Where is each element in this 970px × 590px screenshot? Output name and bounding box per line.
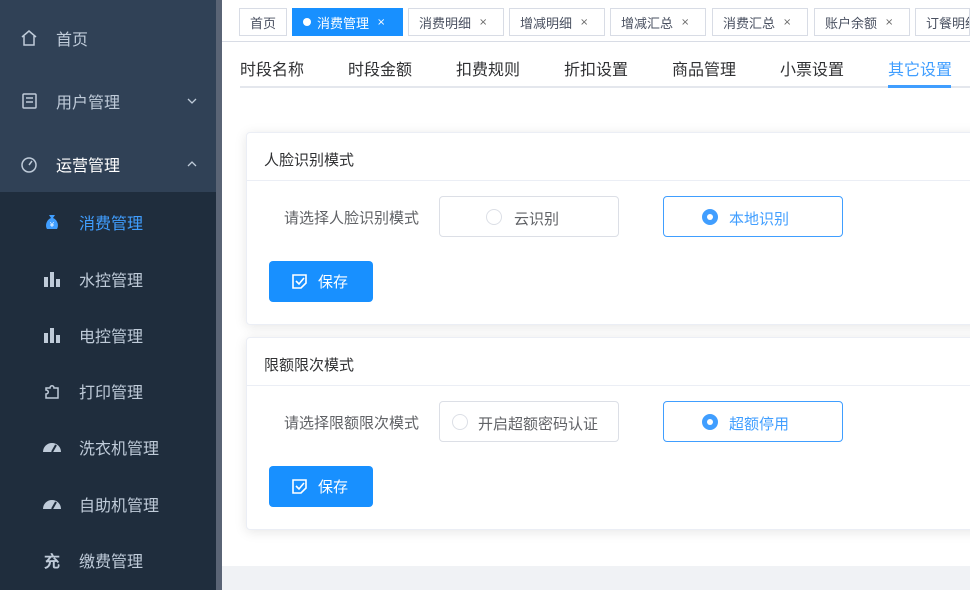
close-icon[interactable]: × [479, 17, 487, 28]
save-icon [291, 478, 308, 495]
submenu-item-print[interactable]: 打印管理 [0, 363, 216, 419]
bar-chart-icon [42, 325, 62, 345]
close-icon[interactable]: × [885, 17, 893, 28]
tag-consumption[interactable]: 消费管理 × [292, 8, 403, 36]
card-header: 限额限次模式 [247, 338, 970, 386]
submenu-item-payment[interactable]: 充 缴费管理 [0, 532, 216, 588]
tag-label: 增减明细 [520, 16, 573, 32]
money-bag-icon: ¥ [42, 212, 62, 232]
radio-circle-icon [702, 414, 718, 430]
submenu-item-label: 缴费管理 [79, 552, 144, 571]
tab-discount-settings[interactable]: 折扣设置 [564, 56, 628, 80]
menu-item-label: 用户管理 [56, 93, 121, 112]
radio-label: 开启超额密码认证 [478, 415, 599, 433]
tab-other-settings[interactable]: 其它设置 [888, 56, 952, 80]
submenu-item-label: 电控管理 [79, 327, 144, 346]
submenu-item-label: 打印管理 [79, 383, 144, 402]
radio-circle-icon [702, 209, 718, 225]
tag-meal-order-detail[interactable]: 订餐明细 [915, 8, 970, 36]
submenu-item-washer[interactable]: 洗衣机管理 [0, 419, 216, 475]
chevron-down-icon [186, 95, 198, 107]
submenu-item-label: 消费管理 [79, 214, 144, 233]
svg-text:¥: ¥ [50, 221, 55, 229]
close-icon[interactable]: × [377, 17, 385, 28]
submenu-item-label: 自助机管理 [79, 496, 160, 515]
main-area: 首页 消费管理 × 消费明细 × 增减明细 × 增减汇总 × 消费汇总 × 账户… [222, 0, 970, 590]
form-label: 请选择人脸识别模式 [284, 209, 420, 227]
radio-over-limit-password[interactable]: 开启超额密码认证 [439, 401, 619, 442]
tag-label: 消费管理 [317, 16, 370, 32]
tag-home[interactable]: 首页 [239, 8, 287, 36]
active-tab-indicator [888, 85, 951, 88]
submenu-item-water[interactable]: 水控管理 [0, 251, 216, 307]
limit-mode-card: 限额限次模式 请选择限额限次模式 开启超额密码认证 超额停用 保存 [246, 337, 970, 530]
card-title: 人脸识别模式 [264, 151, 355, 169]
save-button[interactable]: 保存 [269, 466, 373, 507]
tabs-divider [240, 86, 970, 88]
tag-label: 账户余额 [825, 16, 878, 32]
tab-receipt-settings[interactable]: 小票设置 [780, 56, 844, 80]
save-icon [291, 273, 308, 290]
tag-label: 增减汇总 [621, 16, 674, 32]
radio-circle-icon [452, 414, 468, 430]
sidebar: 首页 用户管理 运营管理 ¥ 消费管理 水控管理 电控管理 打印管理 洗衣机管理… [0, 0, 222, 590]
gauge-icon [42, 494, 62, 514]
close-icon[interactable]: × [783, 17, 791, 28]
radio-label: 本地识别 [729, 210, 790, 228]
chevron-up-icon [186, 158, 198, 170]
radio-circle-icon [486, 209, 502, 225]
card-header: 人脸识别模式 [247, 133, 970, 181]
save-button[interactable]: 保存 [269, 261, 373, 302]
menu-item-home[interactable]: 首页 [0, 10, 216, 66]
tag-label: 首页 [250, 16, 277, 32]
tag-consumption-summary[interactable]: 消费汇总 × [712, 8, 808, 36]
tag-label: 消费明细 [419, 16, 472, 32]
tag-label: 订餐明细 [926, 16, 969, 32]
close-icon[interactable]: × [580, 17, 588, 28]
radio-label: 超额停用 [729, 415, 790, 433]
menu-item-users[interactable]: 用户管理 [0, 73, 216, 129]
tab-product-management[interactable]: 商品管理 [672, 56, 736, 80]
tags-view-bar: 首页 消费管理 × 消费明细 × 增减明细 × 增减汇总 × 消费汇总 × 账户… [222, 0, 970, 42]
bottom-background [222, 566, 970, 590]
menu-item-operations[interactable]: 运营管理 [0, 136, 216, 192]
save-label: 保存 [318, 478, 349, 496]
tag-adjust-detail[interactable]: 增减明细 × [509, 8, 605, 36]
save-label: 保存 [318, 273, 349, 291]
recharge-icon: 充 [43, 552, 60, 571]
puzzle-icon [42, 381, 62, 401]
submenu-item-label: 洗衣机管理 [79, 439, 160, 458]
tab-deduction-rules[interactable]: 扣费规则 [456, 56, 520, 80]
bar-chart-icon [42, 269, 62, 289]
form-label: 请选择限额限次模式 [284, 414, 420, 432]
menu-item-label: 首页 [56, 30, 89, 49]
tag-adjust-summary[interactable]: 增减汇总 × [610, 8, 706, 36]
radio-over-limit-disable[interactable]: 超额停用 [663, 401, 843, 442]
radio-cloud-recognition[interactable]: 云识别 [439, 196, 619, 237]
tag-consumption-detail[interactable]: 消费明细 × [408, 8, 504, 36]
tab-period-amount[interactable]: 时段金额 [348, 56, 412, 80]
submenu-item-kiosk[interactable]: 自助机管理 [0, 476, 216, 532]
dashboard-icon [20, 155, 38, 173]
tag-account-balance[interactable]: 账户余额 × [814, 8, 910, 36]
tag-label: 消费汇总 [723, 16, 776, 32]
radio-label: 云识别 [514, 210, 560, 228]
active-dot-icon [303, 18, 311, 26]
users-icon [20, 92, 38, 110]
submenu-item-electric[interactable]: 电控管理 [0, 307, 216, 363]
face-recognition-card: 人脸识别模式 请选择人脸识别模式 云识别 本地识别 保存 [246, 132, 970, 325]
page-content: 时段名称 时段金额 扣费规则 折扣设置 商品管理 小票设置 其它设置 人脸识别模… [222, 42, 970, 566]
settings-tabs: 时段名称 时段金额 扣费规则 折扣设置 商品管理 小票设置 其它设置 [222, 42, 970, 88]
menu-item-label: 运营管理 [56, 156, 121, 175]
tab-period-name[interactable]: 时段名称 [240, 56, 304, 80]
close-icon[interactable]: × [681, 17, 689, 28]
radio-local-recognition[interactable]: 本地识别 [663, 196, 843, 237]
submenu-item-label: 水控管理 [79, 271, 144, 290]
home-icon [20, 29, 38, 47]
card-title: 限额限次模式 [264, 356, 355, 374]
gauge-icon [42, 437, 62, 457]
submenu-item-consumption[interactable]: ¥ 消费管理 [0, 194, 216, 250]
